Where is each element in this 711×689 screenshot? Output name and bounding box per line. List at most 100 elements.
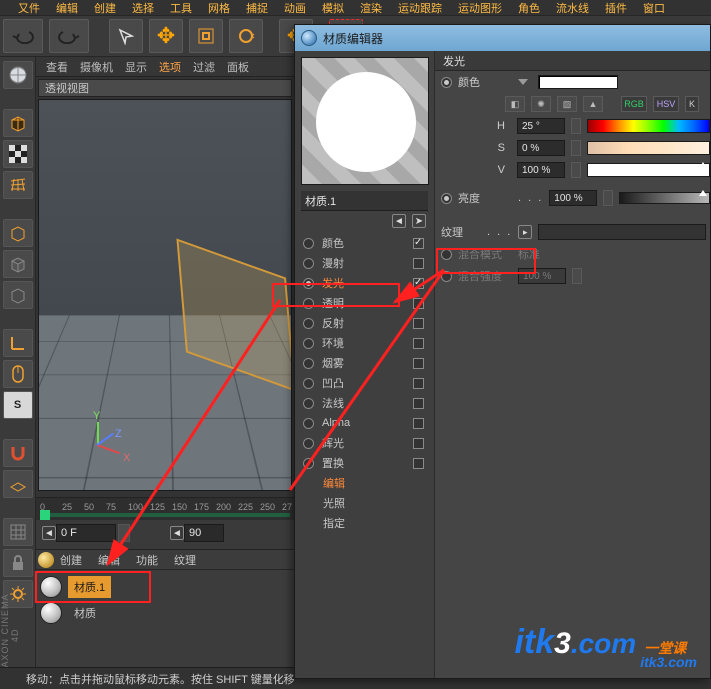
scale-tool-button[interactable] xyxy=(189,19,223,53)
vp-tab[interactable]: 过滤 xyxy=(193,59,215,75)
h-field[interactable]: 25 ° xyxy=(517,118,565,134)
checkbox[interactable] xyxy=(413,278,424,289)
menu-item[interactable]: 渲染 xyxy=(360,0,382,15)
rgb-tag[interactable]: RGB xyxy=(621,96,647,112)
redo-button[interactable] xyxy=(49,19,89,53)
brightness-field[interactable]: 100 % xyxy=(549,190,597,206)
wheel-icon[interactable]: ✺ xyxy=(531,96,551,112)
checkbox[interactable] xyxy=(413,358,424,369)
main-menu-bar[interactable]: 又件 编辑 创建 选择 工具 网格 捕捉 动画 模拟 渲染 运动跟踪 运动图形 … xyxy=(0,0,711,15)
rotate-tool-button[interactable] xyxy=(229,19,263,53)
menu-item[interactable]: 编辑 xyxy=(56,0,78,15)
rail-workplane-icon[interactable] xyxy=(3,470,33,498)
rail-grid2-icon[interactable] xyxy=(3,518,33,546)
value-slider[interactable] xyxy=(587,163,710,177)
spinner[interactable] xyxy=(571,118,581,134)
menu-item[interactable]: 网格 xyxy=(208,0,230,15)
menu-item[interactable]: 流水线 xyxy=(556,0,589,15)
channel-environment[interactable]: 环境 xyxy=(295,333,434,353)
s-field[interactable]: 0 % xyxy=(517,140,565,156)
frame-end-field[interactable]: 90 xyxy=(184,524,224,542)
rail-globe-icon[interactable] xyxy=(3,61,33,89)
material-menu[interactable]: 创建 编辑 功能 纹理 xyxy=(36,550,294,570)
vp-tab-selected[interactable]: 选项 xyxy=(159,59,181,75)
menu-item[interactable]: 插件 xyxy=(605,0,627,15)
menu-item[interactable]: 选择 xyxy=(132,0,154,15)
vp-tab[interactable]: 显示 xyxy=(125,59,147,75)
channel-edit[interactable]: 编辑 xyxy=(295,473,434,493)
rail-mouse-icon[interactable] xyxy=(3,360,33,388)
spinner[interactable] xyxy=(118,524,130,542)
checkbox[interactable] xyxy=(413,458,424,469)
material-name-field[interactable]: 材质.1 xyxy=(301,191,428,211)
prev-material-button[interactable]: ◄ xyxy=(392,214,406,228)
material-preview[interactable] xyxy=(301,57,429,185)
channel-reflection[interactable]: 反射 xyxy=(295,313,434,333)
rail-grid-icon[interactable] xyxy=(3,171,33,199)
checkbox[interactable] xyxy=(413,258,424,269)
next-material-button[interactable]: ➤ xyxy=(412,214,426,228)
dropdown-icon[interactable] xyxy=(518,79,528,85)
rail-cube4-icon[interactable] xyxy=(3,281,33,309)
radio-icon[interactable] xyxy=(441,77,452,88)
rail-magnet-icon[interactable] xyxy=(3,439,33,467)
picker-icon[interactable]: ◧ xyxy=(505,96,525,112)
mat-menu-item[interactable]: 纹理 xyxy=(174,552,196,568)
channel-transparency[interactable]: 透明 xyxy=(295,293,434,313)
rail-cube-icon[interactable] xyxy=(3,109,33,137)
checkbox[interactable] xyxy=(413,438,424,449)
menu-item[interactable]: 运动图形 xyxy=(458,0,502,15)
rail-s-icon[interactable]: S xyxy=(3,391,33,419)
texture-path-field[interactable] xyxy=(538,224,706,240)
rail-cube3-icon[interactable] xyxy=(3,250,33,278)
hsv-tag[interactable]: HSV xyxy=(653,96,679,112)
channel-illum[interactable]: 光照 xyxy=(295,493,434,513)
checkbox[interactable] xyxy=(413,318,424,329)
spinner[interactable] xyxy=(571,162,581,178)
menu-item[interactable]: 捕捉 xyxy=(246,0,268,15)
material-name[interactable]: 材质.1 xyxy=(68,576,111,598)
spinner[interactable] xyxy=(603,190,613,206)
keyframe-right-icon[interactable]: ◄ xyxy=(170,526,184,540)
move-tool-button[interactable]: ✥ xyxy=(149,19,183,53)
menu-item[interactable]: 动画 xyxy=(284,0,306,15)
channel-assign[interactable]: 指定 xyxy=(295,513,434,533)
mat-menu-item[interactable]: 创建 xyxy=(60,552,82,568)
brightness-slider[interactable] xyxy=(619,192,710,204)
rail-lock-icon[interactable] xyxy=(3,549,33,577)
k-tag[interactable]: K xyxy=(685,96,699,112)
keyframe-left-icon[interactable]: ◄ xyxy=(42,526,56,540)
rail-checker-icon[interactable] xyxy=(3,140,33,168)
rail-cube2-icon[interactable] xyxy=(3,219,33,247)
frame-start-field[interactable]: 0 F xyxy=(56,524,116,542)
texture-menu-button[interactable]: ▸ xyxy=(518,225,532,239)
vp-tab[interactable]: 摄像机 xyxy=(80,59,113,75)
checkbox[interactable] xyxy=(413,398,424,409)
channel-luminance[interactable]: 发光 xyxy=(295,273,434,293)
channel-alpha[interactable]: Alpha xyxy=(295,413,434,433)
mat-menu-item[interactable]: 功能 xyxy=(136,552,158,568)
menu-item[interactable]: 角色 xyxy=(518,0,540,15)
viewport-menu[interactable]: 查看 摄像机 显示 选项 过滤 面板 xyxy=(36,57,294,77)
saturation-slider[interactable] xyxy=(587,141,710,155)
channel-bump[interactable]: 凹凸 xyxy=(295,373,434,393)
rail-axis-icon[interactable] xyxy=(3,329,33,357)
v-field[interactable]: 100 % xyxy=(517,162,565,178)
spectrum-icon[interactable]: ▧ xyxy=(557,96,577,112)
image-icon[interactable]: ▲ xyxy=(583,96,603,112)
color-swatch[interactable] xyxy=(538,75,618,89)
mat-menu-item[interactable]: 编辑 xyxy=(98,552,120,568)
channel-fog[interactable]: 烟雾 xyxy=(295,353,434,373)
vp-tab[interactable]: 查看 xyxy=(46,59,68,75)
menu-item[interactable]: 又件 xyxy=(18,0,40,15)
hue-slider[interactable] xyxy=(587,119,710,133)
material-swatch-icon[interactable] xyxy=(40,602,62,624)
material-swatch-icon[interactable] xyxy=(40,576,62,598)
checkbox[interactable] xyxy=(413,338,424,349)
channel-displacement[interactable]: 置换 xyxy=(295,453,434,473)
material-row[interactable]: 材质 xyxy=(40,600,290,626)
viewport-3d[interactable]: Y X Z xyxy=(38,99,292,491)
window-titlebar[interactable]: 材质编辑器 xyxy=(295,25,710,51)
menu-item[interactable]: 窗口 xyxy=(643,0,665,15)
playhead[interactable] xyxy=(40,510,50,520)
